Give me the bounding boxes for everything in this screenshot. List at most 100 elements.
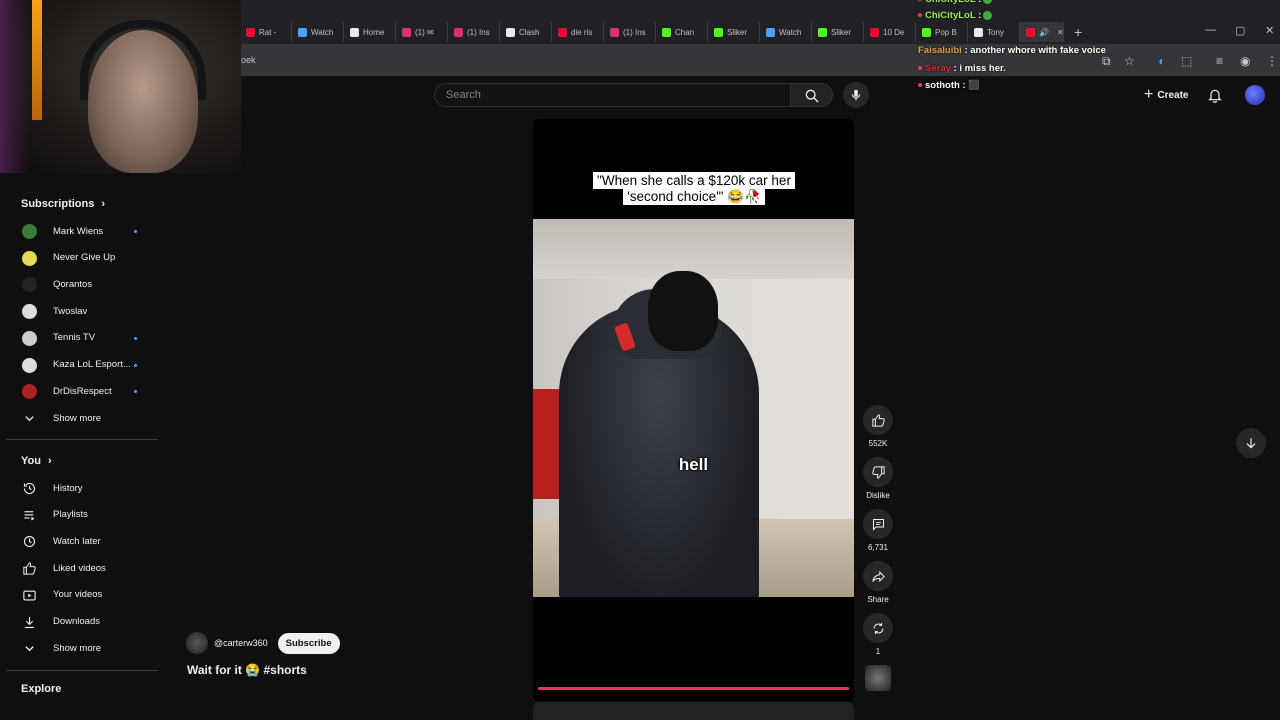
media-control-icon[interactable]: ≡: [1216, 54, 1223, 68]
subscription-channel[interactable]: Twoslav: [6, 298, 156, 324]
account-avatar[interactable]: [1245, 85, 1265, 105]
browser-tab[interactable]: (1) Ins: [604, 22, 656, 42]
subscribe-button[interactable]: Subscribe: [277, 632, 340, 654]
browser-tab[interactable]: Rat -: [240, 22, 292, 42]
you-item-watch-later[interactable]: Watch later: [6, 528, 156, 554]
playlists-icon: [22, 508, 37, 523]
bookmark-star-icon[interactable]: ☆: [1124, 54, 1135, 68]
x-icon: [974, 27, 983, 37]
kick-icon: [818, 27, 827, 37]
tab-label: Pop B: [935, 27, 957, 37]
app-icon: [922, 27, 931, 37]
subscriptions-heading[interactable]: Subscriptions ›: [21, 198, 105, 210]
profile-icon[interactable]: ◉: [1240, 54, 1250, 68]
like-button[interactable]: 552K: [862, 405, 894, 448]
browser-tab[interactable]: Tony: [968, 22, 1020, 42]
chat-username: Faisaluibi: [918, 45, 962, 56]
browser-tab[interactable]: (1) ✉: [396, 22, 448, 42]
browser-tab[interactable]: Home: [344, 22, 396, 42]
maximize-button[interactable]: ▢: [1235, 24, 1245, 37]
search-input[interactable]: Search: [434, 83, 791, 107]
puzzle-icon[interactable]: ⬚: [1181, 54, 1192, 68]
chat-message: Seray : i miss her.: [918, 63, 1006, 74]
browser-tab[interactable]: (1) Ins: [448, 22, 500, 42]
subscriptions-label: Subscriptions: [21, 198, 95, 210]
chat-username: sothoth: [925, 80, 960, 91]
video-title[interactable]: Wait for it 😭 #shorts: [187, 663, 307, 677]
close-window-button[interactable]: ✕: [1265, 24, 1274, 37]
chevron-down-icon: [22, 411, 37, 426]
next-video-button[interactable]: [1236, 428, 1266, 458]
progress-bar[interactable]: [538, 687, 849, 690]
subscription-channel[interactable]: Qorantos: [6, 271, 156, 297]
channel-avatar[interactable]: [186, 632, 208, 654]
url-text[interactable]: oek: [241, 55, 256, 65]
browser-tab[interactable]: 10 De: [864, 22, 916, 42]
tab-label: (1) Ins: [467, 27, 490, 37]
sound-thumbnail[interactable]: [862, 665, 894, 691]
browser-tab[interactable]: Watch: [292, 22, 344, 42]
chat-text: :: [978, 0, 981, 5]
channel-name[interactable]: @carterw360: [214, 638, 268, 648]
arrow-down-icon: [1246, 438, 1256, 449]
comment-count: 6,731: [867, 543, 889, 552]
youtube-icon: [558, 27, 567, 37]
channel-name: Tennis TV: [53, 332, 96, 344]
menu-dots-icon[interactable]: ⋮: [1266, 54, 1278, 68]
remix-button[interactable]: 1: [862, 613, 894, 656]
bell-icon: [1208, 89, 1222, 103]
comment-icon: [872, 518, 884, 531]
subscription-channel[interactable]: Kaza LoL Esport...: [6, 352, 156, 378]
close-tab-icon[interactable]: ✕: [1057, 28, 1063, 37]
browser-tab[interactable]: Sliker: [812, 22, 864, 42]
subscription-channel[interactable]: DrDisRespect: [6, 378, 156, 404]
browser-tab[interactable]: Watch: [760, 22, 812, 42]
voice-search-button[interactable]: [843, 82, 869, 108]
browser-tab[interactable]: Clash: [500, 22, 552, 42]
active-tab[interactable]: 🔊 ✕: [1020, 22, 1064, 42]
minimize-button[interactable]: —: [1205, 24, 1216, 36]
channel-row: @carterw360 Subscribe: [186, 632, 340, 654]
dislike-button[interactable]: Dislike: [862, 457, 894, 500]
you-item-label: Downloads: [53, 616, 100, 627]
you-item-liked-videos[interactable]: Liked videos: [6, 555, 156, 581]
tab-label: Chan: [675, 27, 695, 37]
shorts-player[interactable]: "When she calls a $120k car her 'second …: [533, 119, 854, 701]
you-heading[interactable]: You ›: [21, 455, 52, 467]
tab-label: (1) Ins: [623, 27, 646, 37]
divider: [6, 439, 158, 440]
new-content-dot: [134, 363, 137, 367]
search-button[interactable]: [791, 83, 833, 107]
new-tab-button[interactable]: +: [1074, 24, 1082, 40]
create-button[interactable]: + Create: [1136, 84, 1196, 106]
channel-avatar: [22, 224, 37, 239]
you-item-downloads[interactable]: Downloads: [6, 609, 156, 635]
show-more-you[interactable]: Show more: [6, 635, 156, 661]
channel-avatar: [22, 250, 37, 266]
instagram-icon: [454, 27, 463, 37]
you-item-your-videos[interactable]: Your videos: [6, 582, 156, 608]
your-videos-icon: [22, 588, 37, 603]
comments-button[interactable]: 6,731: [862, 509, 894, 552]
you-item-history[interactable]: History: [6, 475, 156, 501]
explore-heading[interactable]: Explore: [21, 683, 61, 695]
share-button[interactable]: Share: [862, 561, 894, 604]
browser-tab[interactable]: Sliker: [708, 22, 760, 42]
tab-label: Watch: [311, 27, 334, 37]
notifications-button[interactable]: [1207, 86, 1223, 109]
extension-icon[interactable]: ◖: [1157, 54, 1164, 68]
you-item-label: Your videos: [53, 589, 103, 601]
tab-label: (1) ✉: [415, 27, 434, 37]
browser-tab[interactable]: die ris: [552, 22, 604, 42]
channel-name: Qorantos: [53, 278, 93, 290]
chat-message: ChiCityLoL :: [918, 10, 993, 21]
show-more-subscriptions[interactable]: Show more: [6, 405, 156, 431]
subscription-channel[interactable]: Mark Wiens: [6, 218, 156, 244]
next-short-preview[interactable]: [533, 702, 854, 720]
browser-tab[interactable]: Pop B: [916, 22, 968, 42]
cast-icon[interactable]: ⧉: [1102, 54, 1111, 69]
subscription-channel[interactable]: Tennis TV: [6, 325, 156, 351]
you-item-playlists[interactable]: Playlists: [6, 502, 156, 528]
browser-tab[interactable]: Chan: [656, 22, 708, 42]
subscription-channel[interactable]: Never Give Up: [6, 245, 156, 271]
